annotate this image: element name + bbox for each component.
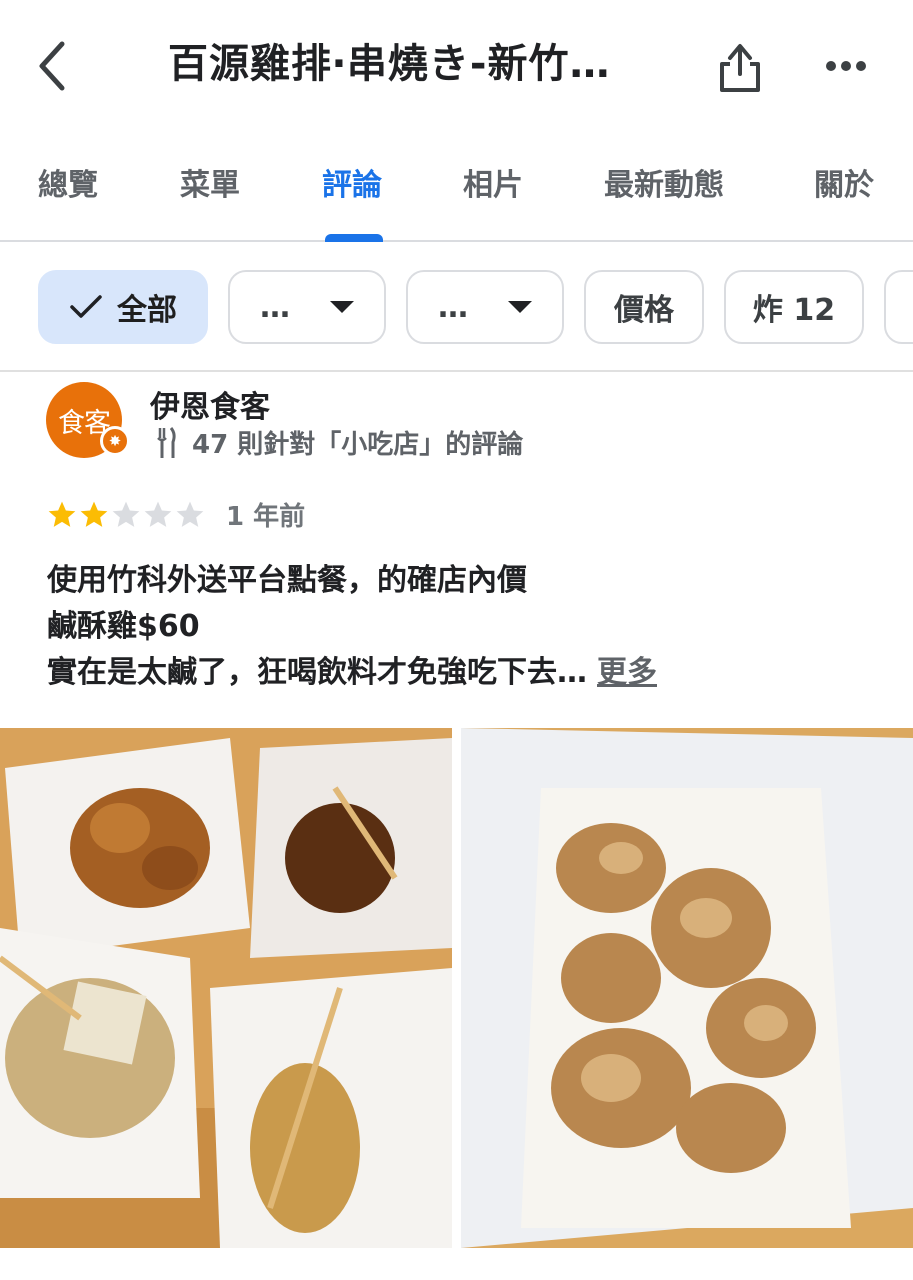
chip-all-label: 全部 (117, 293, 177, 328)
star-rating: 1 年前 (46, 496, 305, 533)
share-icon (720, 44, 760, 92)
checkmark-icon (70, 295, 102, 318)
stars (46, 499, 206, 531)
tab-about[interactable]: 關於 (814, 160, 874, 204)
share-button[interactable] (712, 36, 768, 96)
chip-price[interactable]: 價格 (584, 270, 704, 344)
chevron-down-icon (508, 301, 532, 313)
chip-dropdown-2-label: … (438, 289, 468, 325)
star-filled-icon (48, 501, 76, 527)
chip-dropdown-1[interactable]: … (228, 270, 386, 344)
local-guide-badge-icon: ✸ (100, 426, 130, 456)
active-tab-indicator (325, 234, 383, 242)
tab-updates[interactable]: 最新動態 (604, 160, 724, 204)
tab-photos[interactable]: 相片 (463, 160, 523, 204)
more-link[interactable]: 更多 (597, 655, 657, 690)
page-title: 百源雞排‧串燒き-新竹… (168, 41, 611, 87)
filter-chips: 全部 … … 價格 炸 12 (0, 270, 913, 346)
star-empty-icon (176, 501, 204, 527)
chip-fried[interactable]: 炸 12 (724, 270, 864, 344)
tab-reviews[interactable]: 評論 (322, 160, 382, 204)
review-line: 鹹酥雞$60 (47, 609, 200, 644)
more-options-button[interactable] (818, 40, 874, 92)
star-filled-icon (80, 501, 108, 527)
review-photo-1[interactable] (0, 728, 452, 1248)
review-line-text: 實在是太鹹了，狂喝飲料才免強吃下去… (47, 655, 587, 690)
tab-overview[interactable]: 總覽 (38, 160, 98, 204)
chip-all[interactable]: 全部 (38, 270, 208, 344)
popcorn-chicken-image (461, 728, 913, 1248)
tab-menu[interactable]: 菜單 (180, 160, 240, 204)
fried-food-bags-image (0, 728, 452, 1248)
more-dots-icon (826, 61, 866, 71)
section-divider (0, 370, 913, 372)
review-line: 使用竹科外送平台點餐，的確店內價 (47, 563, 527, 598)
chip-price-label: 價格 (614, 293, 674, 328)
tab-bar: 總覽 菜單 評論 相片 最新動態 關於 (0, 130, 913, 242)
review-time: 1 年前 (226, 502, 306, 532)
chip-fried-label: 炸 12 (752, 293, 836, 328)
reviewer-meta: 47 則針對「小吃店」的評論 (156, 424, 523, 461)
chip-overflow[interactable] (884, 270, 913, 344)
reviewer-review-count: 47 則針對「小吃店」的評論 (192, 430, 524, 460)
back-button[interactable] (28, 38, 76, 94)
chevron-down-icon (330, 301, 354, 313)
review-photo-2[interactable] (461, 728, 913, 1248)
star-empty-icon (112, 501, 140, 527)
review-line-last: 實在是太鹹了，狂喝飲料才免強吃下去… 更多 (47, 650, 887, 696)
fork-knife-icon (156, 426, 178, 460)
back-arrow-icon (39, 41, 65, 91)
app-header: 百源雞排‧串燒き-新竹… (0, 0, 913, 130)
chip-dropdown-2[interactable]: … (406, 270, 564, 344)
review-body: 使用竹科外送平台點餐，的確店內價 鹹酥雞$60 實在是太鹹了，狂喝飲料才免強吃下… (47, 558, 887, 696)
chip-dropdown-1-label: … (260, 289, 290, 325)
reviewer-name[interactable]: 伊恩食客 (150, 382, 270, 426)
star-empty-icon (144, 501, 172, 527)
